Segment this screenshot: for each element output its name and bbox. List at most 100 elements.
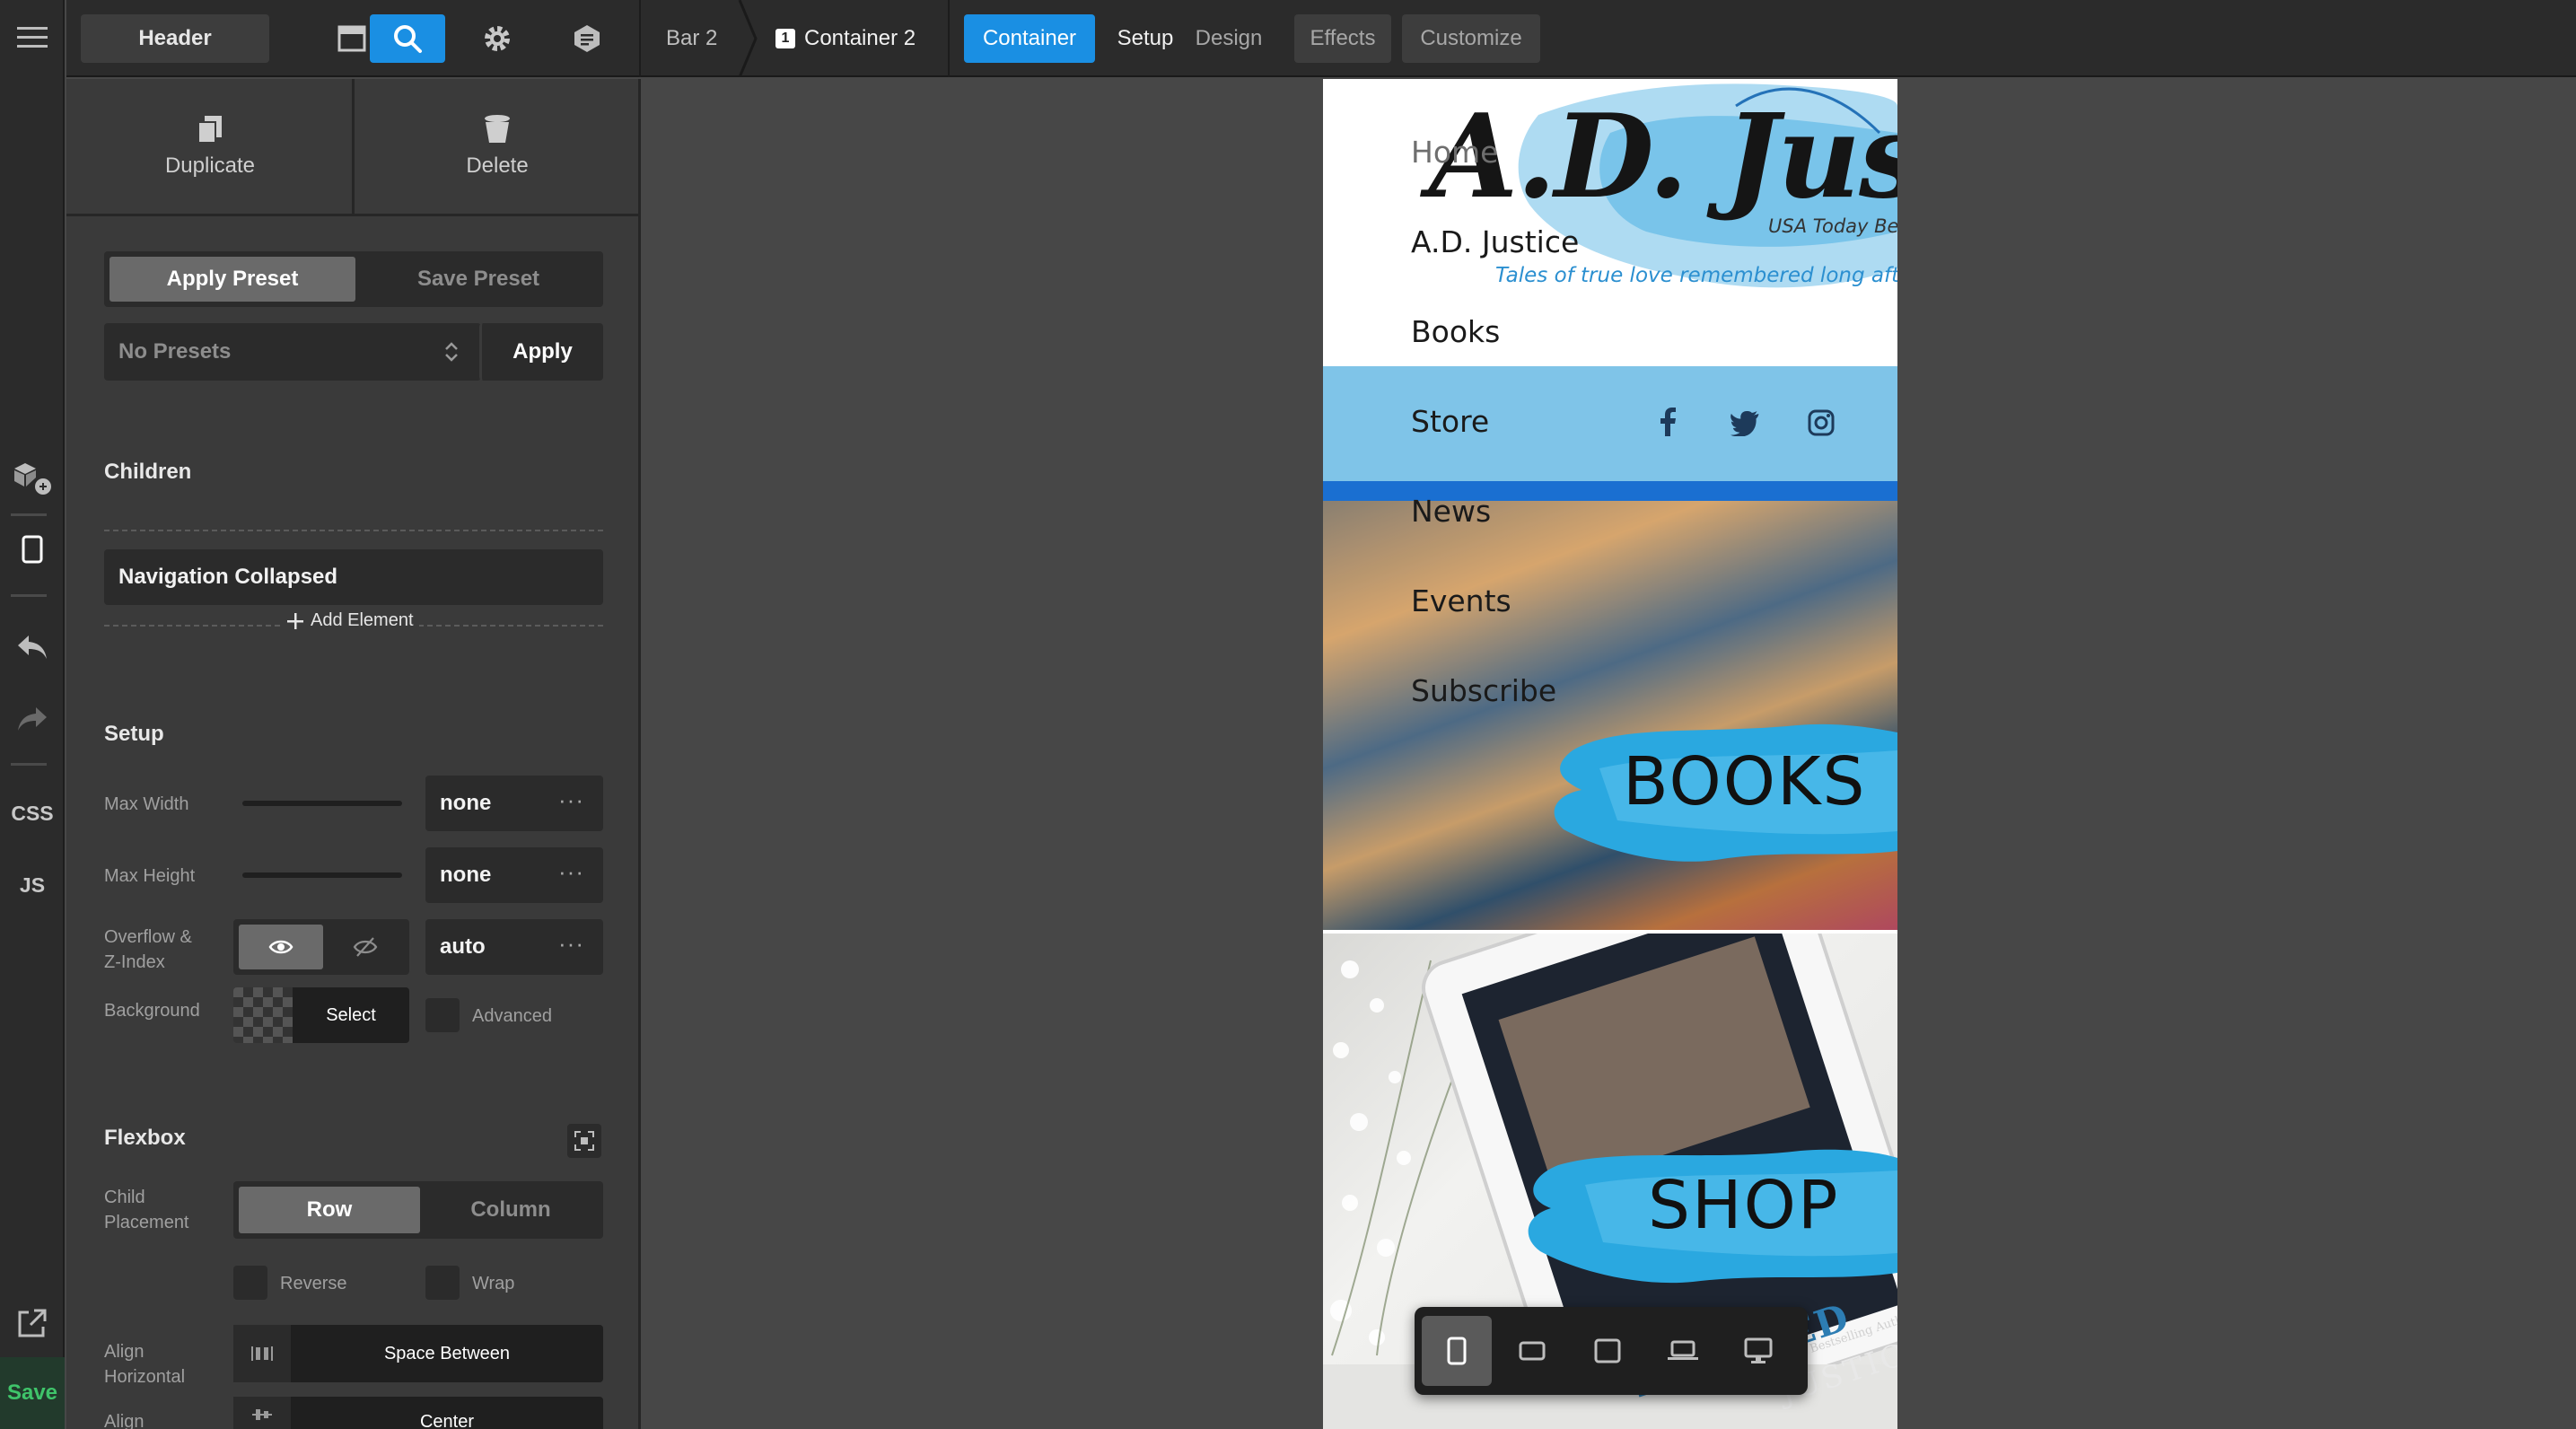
desktop-icon[interactable] — [1723, 1316, 1793, 1386]
nav-home[interactable]: Home — [1411, 135, 1498, 170]
tab-setup[interactable]: Setup — [1108, 14, 1183, 63]
apply-preset-button[interactable]: Apply — [479, 323, 603, 381]
nav-news[interactable]: News — [1411, 494, 1491, 529]
overflow-label: Overflow & — [104, 927, 192, 947]
space-between-icon — [233, 1325, 291, 1382]
nav-accent-line — [1323, 481, 1897, 501]
tablet-icon[interactable] — [1573, 1316, 1643, 1386]
gear-icon[interactable] — [460, 14, 535, 63]
max-width-more-icon[interactable]: ··· — [558, 786, 584, 814]
logo-tagline: Tales of true love remembered long afte — [1495, 264, 1897, 287]
site-header: A.D. Just USA Today Be Tales of true lov… — [1323, 79, 1897, 366]
tab-effects[interactable]: Effects — [1294, 14, 1391, 63]
children-title: Children — [104, 460, 192, 484]
reverse-checkbox[interactable] — [233, 1266, 267, 1300]
nav-store[interactable]: Store — [1411, 404, 1489, 439]
child-placement-label: Child — [104, 1188, 145, 1207]
breadcrumb-number: 1 — [775, 29, 795, 48]
trash-icon — [485, 115, 510, 143]
max-height-label: Max Height — [104, 866, 196, 886]
redo-icon[interactable] — [0, 700, 65, 738]
zindex-label: Z-Index — [104, 952, 165, 972]
breadcrumb-bar-2[interactable]: Bar 2 — [666, 14, 717, 63]
search-icon[interactable] — [370, 14, 445, 63]
zindex-more-icon[interactable]: ··· — [558, 930, 584, 958]
nav-books[interactable]: Books — [1411, 314, 1500, 349]
add-element-link[interactable]: Add Element — [280, 610, 419, 631]
max-height-more-icon[interactable]: ··· — [558, 858, 584, 886]
eye-icon — [268, 940, 294, 954]
advanced-label: Advanced — [472, 1006, 552, 1026]
template-hex-icon[interactable] — [549, 14, 625, 63]
undo-icon[interactable] — [0, 628, 65, 666]
header-element-button[interactable]: Header — [81, 14, 269, 63]
logo-subtitle: USA Today Be — [1768, 215, 1897, 237]
overflow-hidden-button[interactable] — [325, 925, 406, 969]
nav-events[interactable]: Events — [1411, 583, 1511, 618]
background-swatch[interactable] — [233, 987, 293, 1043]
advanced-checkbox[interactable] — [425, 998, 460, 1032]
device-toolbar — [1415, 1307, 1808, 1395]
shop-banner-text[interactable]: SHOP — [1648, 1167, 1840, 1244]
select-arrows-icon — [445, 342, 458, 362]
eye-slash-icon — [353, 937, 378, 957]
max-width-label: Max Width — [104, 794, 189, 814]
child-placement-label-2: Placement — [104, 1213, 189, 1232]
duplicate-label: Duplicate — [164, 153, 256, 178]
child-item[interactable]: Navigation Collapsed — [104, 549, 603, 605]
mobile-preview-icon[interactable] — [0, 531, 65, 567]
instagram-icon[interactable] — [1808, 409, 1835, 436]
apply-preset-tab[interactable]: Apply Preset — [110, 257, 355, 302]
external-link-icon[interactable] — [0, 1305, 65, 1341]
left-rail: CSS JS Save — [0, 0, 65, 1429]
preset-select-value: No Presets — [118, 339, 232, 364]
plus-icon — [287, 612, 303, 629]
wrap-checkbox[interactable] — [425, 1266, 460, 1300]
books-banner-text[interactable]: BOOKS — [1623, 743, 1866, 820]
overflow-visible-button[interactable] — [239, 925, 323, 969]
delete-label: Delete — [466, 153, 529, 178]
duplicate-icon — [197, 116, 222, 144]
align-center-icon — [233, 1397, 291, 1429]
nav-author[interactable]: A.D. Justice — [1411, 224, 1579, 259]
background-label: Background — [104, 1001, 200, 1021]
max-height-value: none — [440, 863, 492, 887]
background-select-button[interactable]: Select — [293, 987, 409, 1043]
align-vertical-value: Center — [419, 1411, 475, 1429]
mobile-portrait-icon[interactable] — [1422, 1316, 1492, 1386]
twitter-icon[interactable] — [1730, 411, 1761, 436]
duplicate-button[interactable]: Duplicate — [66, 79, 354, 214]
add-element-icon[interactable] — [0, 456, 65, 499]
settings-panel: Duplicate Delete Apply Preset Save Prese… — [66, 79, 641, 1429]
logo-text: A.D. Just — [1429, 90, 1897, 224]
breadcrumb-container-2[interactable]: 1 Container 2 — [775, 14, 916, 63]
reverse-label: Reverse — [280, 1274, 347, 1293]
save-button[interactable]: Save — [0, 1357, 65, 1429]
flexbox-title: Flexbox — [104, 1126, 186, 1150]
builder-app: CSS JS Save Header Bar 2 1 Container 2 C… — [0, 0, 2576, 1429]
add-element-label: Add Element — [311, 610, 414, 630]
align-horizontal-value: Space Between — [383, 1343, 511, 1363]
facebook-icon[interactable] — [1659, 408, 1677, 436]
menu-icon[interactable] — [0, 20, 65, 56]
setup-title: Setup — [104, 722, 164, 746]
breadcrumb-label: Container 2 — [804, 26, 916, 50]
mobile-landscape-icon[interactable] — [1497, 1316, 1567, 1386]
align-horizontal-label: Align — [104, 1342, 145, 1362]
save-preset-tab[interactable]: Save Preset — [357, 257, 600, 302]
delete-button[interactable]: Delete — [354, 79, 641, 214]
row-button[interactable]: Row — [239, 1187, 420, 1233]
tab-customize[interactable]: Customize — [1402, 14, 1540, 63]
js-button[interactable]: JS — [0, 869, 65, 901]
css-button[interactable]: CSS — [0, 797, 65, 829]
max-width-value: none — [440, 791, 492, 815]
laptop-icon[interactable] — [1648, 1316, 1718, 1386]
align-vertical-label: Align — [104, 1412, 145, 1429]
flexbox-inspect-icon[interactable] — [567, 1124, 601, 1158]
column-button[interactable]: Column — [422, 1187, 600, 1233]
max-width-slider[interactable] — [242, 801, 402, 806]
max-height-slider[interactable] — [242, 872, 402, 878]
tab-design[interactable]: Design — [1187, 14, 1271, 63]
nav-subscribe[interactable]: Subscribe — [1411, 673, 1556, 708]
tab-container[interactable]: Container — [964, 14, 1095, 63]
